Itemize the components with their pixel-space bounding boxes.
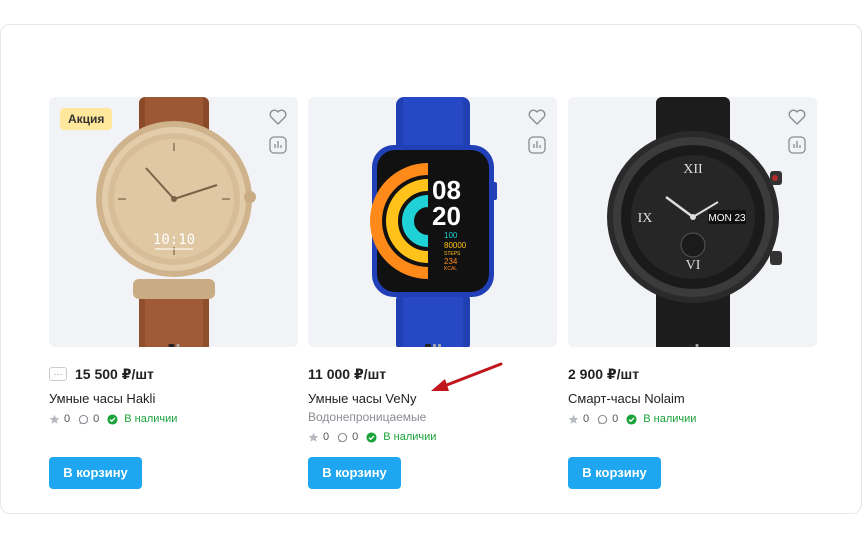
comment-count: 0	[93, 413, 100, 425]
check-circle-icon	[107, 413, 118, 425]
product-title[interactable]: Смарт-часы Nolaim	[568, 391, 685, 406]
annotation-arrow-icon	[431, 362, 503, 391]
product-title[interactable]: Умные часы Hakli	[49, 391, 155, 406]
favorite-heart-icon[interactable]	[786, 106, 808, 128]
comment-icon	[597, 414, 608, 425]
watch-black-sport-image: XII VI IX MON 23	[607, 97, 782, 347]
product-title[interactable]: Умные часы VeNy	[308, 391, 417, 406]
image-carousel-dots[interactable]	[424, 344, 441, 347]
watch-blue-smart-image: 08 20 100 80000 STEPS 234 KCAL	[370, 97, 497, 347]
comment-icon	[78, 414, 89, 425]
rating-count: 0	[64, 413, 71, 425]
product-price: 11 000 ₽/шт	[308, 365, 387, 382]
product-meta: 0 0 В наличии	[308, 431, 436, 443]
product-image[interactable]: 10:10 Акция	[49, 97, 298, 347]
screen-value-2: 80000	[444, 241, 467, 250]
comment-count: 0	[612, 413, 619, 425]
watch-gold-leather-image: 10:10	[96, 97, 256, 347]
product-subtitle: Водонепроницаемые	[308, 410, 427, 424]
comment-icon	[337, 432, 348, 443]
favorite-heart-icon[interactable]	[526, 106, 548, 128]
product-meta: 0 0 В наличии	[49, 413, 177, 425]
product-card: XII VI IX MON 23 2 900 ₽/шт Смарт-часы N…	[568, 97, 817, 489]
product-price: 2 900 ₽/шт	[568, 365, 640, 382]
compare-chart-icon[interactable]	[267, 134, 289, 156]
watch-digital-time: 10:10	[153, 232, 195, 248]
product-meta: 0 0 В наличии	[568, 413, 696, 425]
svg-text:VI: VI	[686, 258, 701, 273]
promo-badge: Акция	[60, 108, 113, 130]
product-card: 10:10 Акция ··· 15 500 ₽/шт Умные часы H…	[49, 97, 298, 489]
screen-value-3: 234	[444, 257, 458, 266]
add-to-cart-button[interactable]: В корзину	[49, 457, 142, 489]
stock-status: В наличии	[643, 413, 697, 425]
add-to-cart-button[interactable]: В корзину	[308, 457, 401, 489]
compare-chart-icon[interactable]	[526, 134, 548, 156]
product-grid-panel: 10:10 Акция ··· 15 500 ₽/шт Умные часы H…	[0, 24, 862, 514]
rating-count: 0	[583, 413, 590, 425]
more-options-icon[interactable]: ···	[49, 367, 67, 381]
stock-status: В наличии	[383, 431, 437, 443]
stock-status: В наличии	[124, 413, 178, 425]
star-icon	[568, 414, 579, 425]
star-icon	[49, 414, 60, 425]
image-carousel-dots[interactable]	[687, 344, 698, 347]
star-icon	[308, 432, 319, 443]
svg-text:XII: XII	[683, 162, 703, 177]
screen-minute: 20	[432, 201, 461, 231]
screen-value-1: 100	[444, 231, 458, 240]
product-image[interactable]: XII VI IX MON 23	[568, 97, 817, 347]
check-circle-icon	[366, 431, 377, 443]
comment-count: 0	[352, 431, 359, 443]
product-image[interactable]: 08 20 100 80000 STEPS 234 KCAL	[308, 97, 557, 347]
check-circle-icon	[626, 413, 637, 425]
product-card: 08 20 100 80000 STEPS 234 KCAL 11 000 ₽/…	[308, 97, 557, 489]
compare-chart-icon[interactable]	[786, 134, 808, 156]
dial-date: MON 23	[708, 213, 746, 224]
add-to-cart-button[interactable]: В корзину	[568, 457, 661, 489]
rating-count: 0	[323, 431, 330, 443]
product-price: 15 500 ₽/шт	[75, 365, 154, 382]
screen-value-3-label: KCAL	[444, 266, 457, 272]
image-carousel-dots[interactable]	[168, 344, 179, 347]
favorite-heart-icon[interactable]	[267, 106, 289, 128]
svg-text:IX: IX	[638, 211, 653, 226]
